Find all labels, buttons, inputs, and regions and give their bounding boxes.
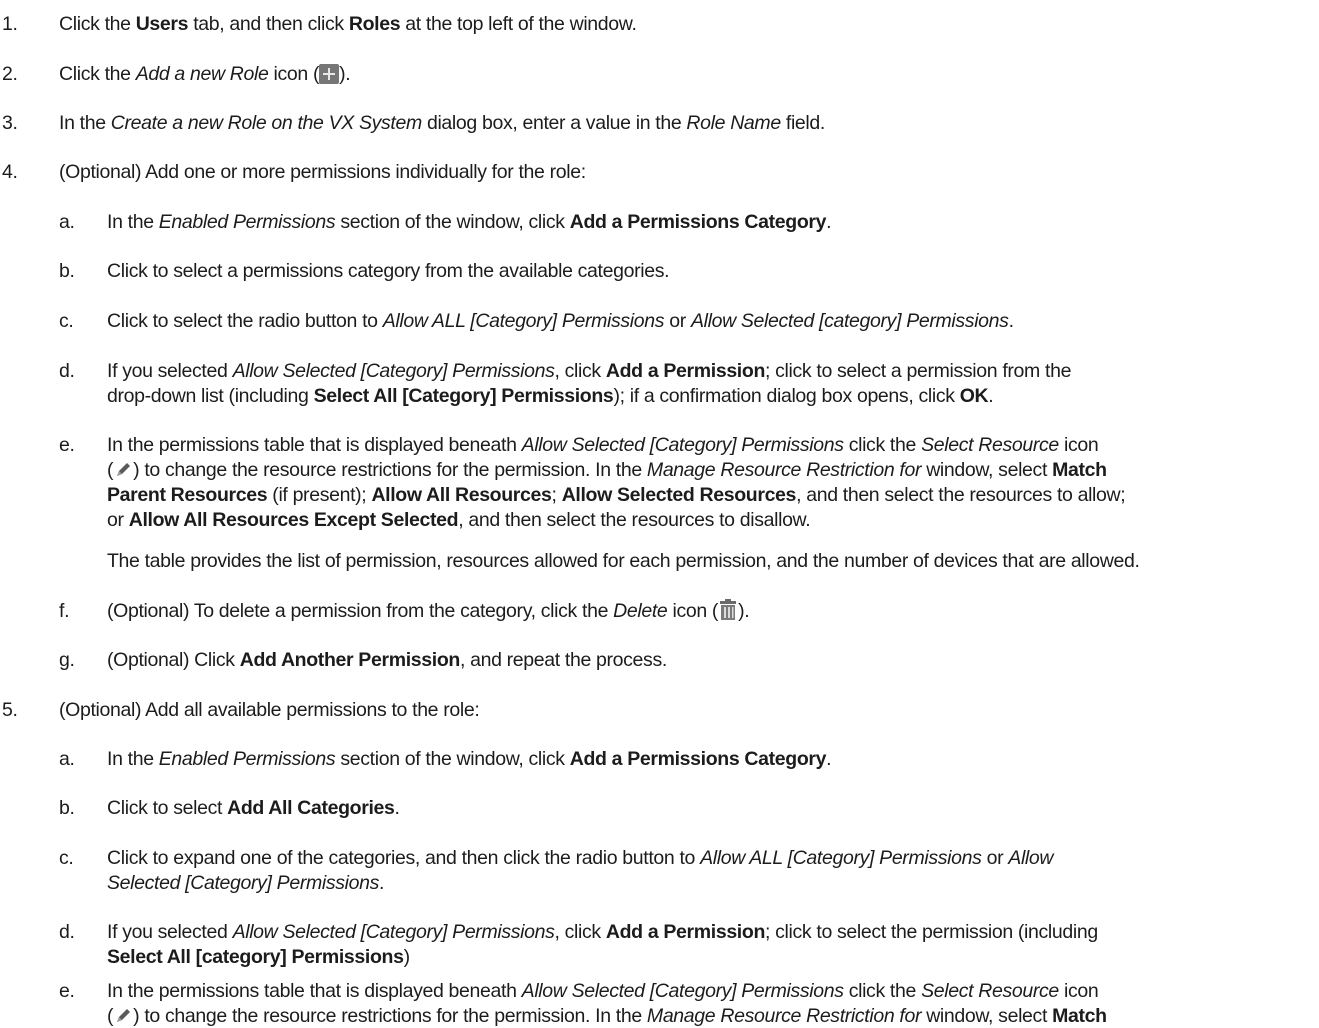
- pencil-icon: [117, 463, 131, 476]
- substep-letter: b.: [59, 260, 75, 282]
- add-icon: [319, 64, 340, 84]
- substep-letter: d.: [59, 360, 75, 382]
- step-number: 2.: [2, 63, 18, 85]
- substep-text: or Allow All Resources Except Selected, …: [107, 509, 811, 531]
- substep-text: Selected [Category] Permissions.: [107, 872, 385, 894]
- step-text: (Optional) Add one or more permissions i…: [59, 161, 586, 183]
- substep-letter: c.: [59, 310, 74, 332]
- substep-text: Select All [category] Permissions): [107, 946, 410, 968]
- step-number: 3.: [2, 112, 18, 134]
- step-text: Click the Users tab, and then click Role…: [59, 13, 637, 35]
- substep-text: Click to select Add All Categories.: [107, 797, 400, 819]
- substep-text: Click to select the radio button to Allo…: [107, 310, 1014, 332]
- substep-letter: e.: [59, 980, 75, 1002]
- substep-text: () to change the resource restrictions f…: [107, 459, 1107, 481]
- substep-letter: d.: [59, 921, 75, 943]
- substep-text: In the Enabled Permissions section of th…: [107, 211, 832, 233]
- step-text: (Optional) Add all available permissions…: [59, 699, 480, 721]
- substep-text: In the Enabled Permissions section of th…: [107, 748, 832, 770]
- substep-text: In the permissions table that is display…: [107, 980, 1099, 1002]
- step-number: 5.: [2, 699, 18, 721]
- substep-text: Parent Resources (if present); Allow All…: [107, 484, 1126, 506]
- substep-text: If you selected Allow Selected [Category…: [107, 360, 1072, 382]
- substep-letter: b.: [59, 797, 75, 819]
- substep-letter: a.: [59, 211, 75, 233]
- step-text: Click the Add a new Role icon ().: [59, 63, 351, 85]
- substep-note: The table provides the list of permissio…: [107, 550, 1140, 572]
- instructions-page: 1. Click the Users tab, and then click R…: [0, 0, 1319, 1028]
- substep-letter: f.: [59, 600, 70, 622]
- substep-text: drop-down list (including Select All [Ca…: [107, 385, 994, 407]
- substep-text: In the permissions table that is display…: [107, 434, 1099, 456]
- substep-letter: e.: [59, 434, 75, 456]
- substep-text: (Optional) To delete a permission from t…: [107, 599, 750, 622]
- substep-text: Click to expand one of the categories, a…: [107, 847, 1054, 869]
- step-number: 1.: [2, 13, 18, 35]
- substep-letter: g.: [59, 649, 75, 671]
- step-text: In the Create a new Role on the VX Syste…: [59, 112, 825, 134]
- step-number: 4.: [2, 161, 18, 183]
- trash-icon: [720, 599, 737, 620]
- substep-letter: c.: [59, 847, 74, 869]
- substep-letter: a.: [59, 748, 75, 770]
- substep-text: Click to select a permissions category f…: [107, 260, 670, 282]
- substep-text: (Optional) Click Add Another Permission,…: [107, 649, 667, 671]
- substep-text: () to change the resource restrictions f…: [107, 1005, 1107, 1027]
- substep-text: If you selected Allow Selected [Category…: [107, 921, 1098, 943]
- pencil-icon: [117, 1009, 131, 1022]
